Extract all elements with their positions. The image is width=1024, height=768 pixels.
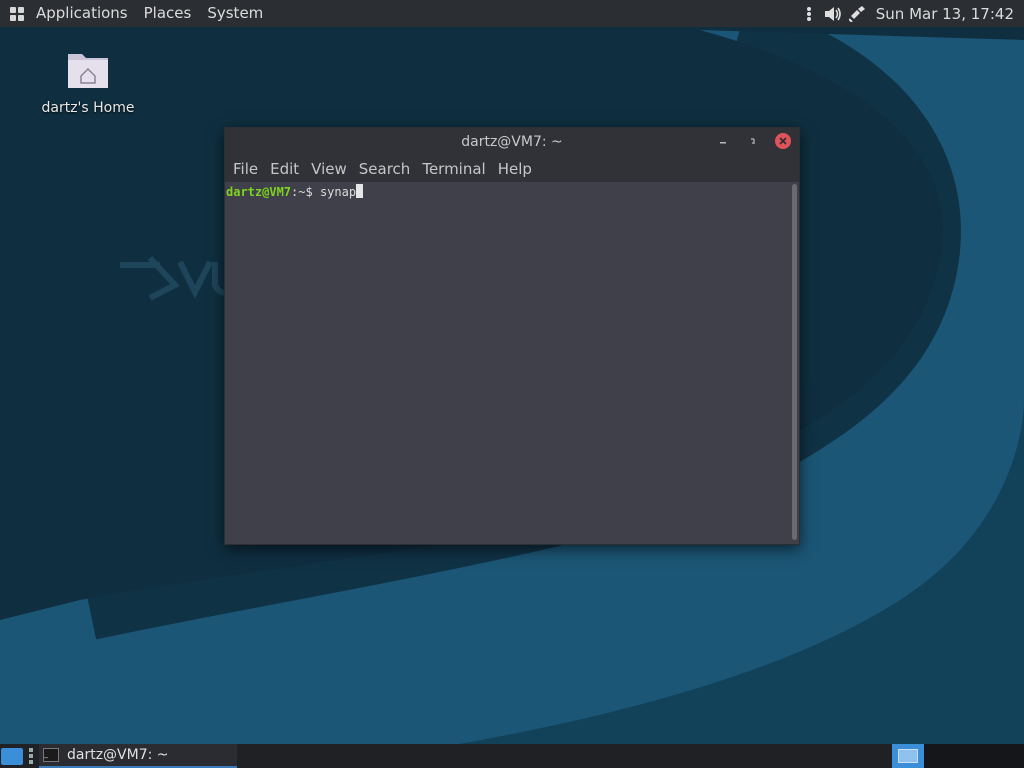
menu-places[interactable]: Places xyxy=(136,0,200,27)
command-text: synap xyxy=(319,185,357,199)
taskbar-item-terminal[interactable]: _ dartz@VM7: ~ xyxy=(39,744,237,768)
workspace-2[interactable] xyxy=(924,744,1024,768)
menu-terminal[interactable]: Terminal xyxy=(416,160,491,178)
terminal-icon: _ xyxy=(43,748,59,762)
network-icon[interactable] xyxy=(848,5,866,23)
taskbar-item-label: dartz@VM7: ~ xyxy=(67,747,169,763)
terminal-body[interactable]: dartz@VM7:~$ synap xyxy=(225,182,799,544)
minimize-icon[interactable] xyxy=(715,133,731,149)
maximize-icon[interactable] xyxy=(745,133,761,149)
home-folder-icon xyxy=(68,54,108,88)
window-title: dartz@VM7: ~ xyxy=(461,134,563,150)
window-titlebar[interactable]: dartz@VM7: ~ xyxy=(225,128,799,156)
menu-edit[interactable]: Edit xyxy=(264,160,305,178)
home-folder-label: dartz's Home xyxy=(41,100,135,116)
menu-help[interactable]: Help xyxy=(492,160,538,178)
prompt-path: :~$ xyxy=(291,185,320,199)
menu-system[interactable]: System xyxy=(199,0,271,27)
text-cursor xyxy=(356,184,364,198)
menu-view[interactable]: View xyxy=(305,160,353,178)
volume-icon[interactable] xyxy=(824,5,842,23)
more-vertical-icon[interactable] xyxy=(800,5,818,23)
clock[interactable]: Sun Mar 13, 17:42 xyxy=(872,5,1018,23)
bottom-panel: _ dartz@VM7: ~ xyxy=(0,744,1024,768)
terminal-window[interactable]: dartz@VM7: ~ File Edit View Search Termi… xyxy=(224,127,800,545)
applications-grid-icon[interactable] xyxy=(10,6,24,21)
scrollbar[interactable] xyxy=(792,184,797,540)
menu-applications[interactable]: Applications xyxy=(28,0,136,27)
show-desktop-icon[interactable] xyxy=(1,747,23,765)
prompt-user: dartz@VM7 xyxy=(226,185,292,199)
terminal-menubar: File Edit View Search Terminal Help xyxy=(225,156,799,182)
close-icon[interactable] xyxy=(775,133,791,149)
menu-file[interactable]: File xyxy=(227,160,264,178)
home-folder-desktop-icon[interactable]: dartz's Home xyxy=(40,50,136,116)
system-tray: Sun Mar 13, 17:42 xyxy=(800,5,1024,23)
workspace-1[interactable] xyxy=(892,744,924,768)
workspace-switcher xyxy=(892,744,1024,768)
top-panel: Applications Places System Sun Mar 13, 1… xyxy=(0,0,1024,27)
menu-search[interactable]: Search xyxy=(353,160,417,178)
panel-grip-icon[interactable] xyxy=(29,748,33,764)
